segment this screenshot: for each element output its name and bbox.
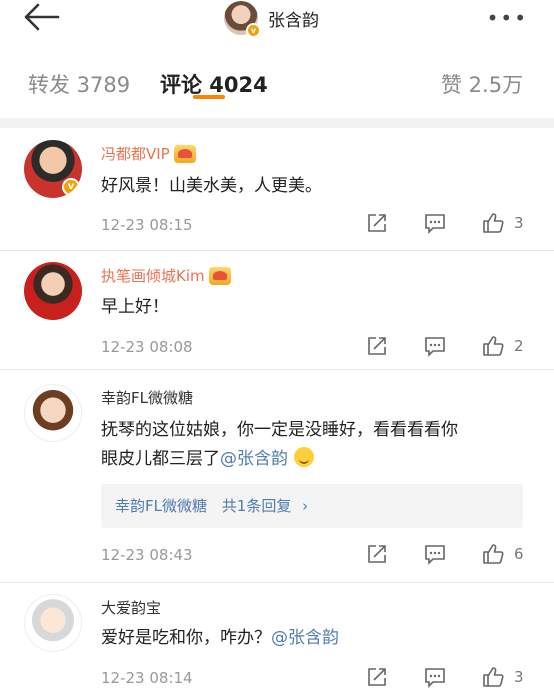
comment-author-name[interactable]: 执笔画倾城Kim	[101, 265, 205, 286]
like-count: 6	[514, 545, 524, 563]
comment-actions: 3	[366, 666, 528, 688]
vip-crown-icon	[173, 144, 196, 163]
like-count: 3	[514, 214, 524, 232]
avatar[interactable]: v	[224, 1, 261, 38]
comment-author[interactable]: 执笔画倾城Kim	[101, 265, 231, 286]
verified-badge: v	[246, 23, 261, 38]
reply-preview[interactable]: 幸韵FL微微糖 共1条回复 ›	[101, 484, 523, 528]
more-dots-icon[interactable]: •••	[487, 6, 528, 30]
chevron-right-icon: ›	[302, 497, 309, 515]
grin-emoji-icon	[294, 447, 314, 467]
comment-author-name[interactable]: 冯都都VIP	[101, 143, 170, 164]
verified-badge: v	[62, 178, 80, 196]
share-icon[interactable]	[366, 335, 388, 357]
thumbs-up-icon	[483, 336, 504, 356]
comment-actions: 2	[366, 335, 528, 357]
comment-author[interactable]: 大爱韵宝	[101, 597, 161, 618]
comment-text: 爱好是吃和你，咋办？@张含韵	[101, 624, 531, 653]
thumbs-up-icon	[483, 667, 504, 687]
active-tab-indicator	[193, 95, 225, 99]
comment-text-line: 抚琴的这位姑娘，你一定是没睡好，看看看看你	[101, 420, 458, 440]
like-button[interactable]: 3	[482, 666, 528, 688]
share-icon[interactable]	[366, 666, 388, 688]
comment-icon[interactable]	[424, 212, 446, 234]
section-divider	[0, 118, 554, 128]
comment-time: 12-23 08:15	[101, 216, 193, 234]
avatar[interactable]	[24, 594, 82, 652]
vip-crown-icon	[208, 266, 231, 285]
arrow-left-icon[interactable]	[22, 2, 62, 32]
comment-text-fragment: 爱好是吃和你，咋办？	[101, 628, 271, 648]
top-bar: v 张含韵 •••	[0, 0, 554, 40]
comment-text: 早上好！	[101, 297, 169, 317]
comment-icon[interactable]	[424, 666, 446, 688]
reply-count: 共1条回复	[221, 497, 292, 515]
reply-author[interactable]: 幸韵FL微微糖	[115, 497, 207, 515]
tab-likes[interactable]: 赞 2.5万	[441, 69, 523, 99]
like-count: 2	[514, 337, 524, 355]
comment-item: 幸韵FL微微糖 抚琴的这位姑娘，你一定是没睡好，看看看看你 眼皮儿都三层了@张含…	[0, 370, 554, 582]
avatar[interactable]	[24, 262, 82, 320]
like-button[interactable]: 6	[482, 543, 528, 565]
mention-link[interactable]: @张含韵	[271, 628, 339, 648]
avatar[interactable]	[24, 384, 82, 442]
comment-actions: 3	[366, 212, 528, 234]
comment-author-name[interactable]: 大爱韵宝	[101, 597, 161, 618]
comment-icon[interactable]	[424, 543, 446, 565]
share-icon[interactable]	[366, 212, 388, 234]
comment-text-line: 眼皮儿都三层了@张含韵	[101, 445, 531, 474]
comment-text-fragment: 眼皮儿都三层了	[101, 449, 220, 469]
comment-icon[interactable]	[424, 335, 446, 357]
tab-bar: 转发 3789 评论 4024 赞 2.5万	[0, 55, 554, 115]
comment-time: 12-23 08:14	[101, 669, 193, 687]
share-icon[interactable]	[366, 543, 388, 565]
comment-item: v 冯都都VIP 好风景！山美水美，人更美。 12-23 08:15 3	[0, 128, 554, 250]
comment-text: 抚琴的这位姑娘，你一定是没睡好，看看看看你 眼皮儿都三层了@张含韵	[101, 416, 531, 474]
comment-time: 12-23 08:43	[101, 546, 193, 564]
tab-reposts[interactable]: 转发 3789	[28, 69, 130, 99]
thumbs-up-icon	[483, 213, 504, 233]
comment-author-name[interactable]: 幸韵FL微微糖	[101, 387, 193, 408]
like-count: 3	[514, 668, 524, 686]
like-button[interactable]: 2	[482, 335, 528, 357]
comment-item: 大爱韵宝 爱好是吃和你，咋办？@张含韵 12-23 08:14 3	[0, 583, 554, 693]
like-button[interactable]: 3	[482, 212, 528, 234]
mention-link[interactable]: @张含韵	[220, 449, 288, 469]
page-title: 张含韵	[268, 10, 319, 31]
comment-author[interactable]: 冯都都VIP	[101, 143, 196, 164]
comment-actions: 6	[366, 543, 528, 565]
comment-time: 12-23 08:08	[101, 338, 193, 356]
comment-author[interactable]: 幸韵FL微微糖	[101, 387, 193, 408]
comment-text: 好风景！山美水美，人更美。	[101, 176, 322, 196]
header-title-group[interactable]: v 张含韵	[224, 0, 319, 38]
thumbs-up-icon	[483, 544, 504, 564]
avatar[interactable]: v	[24, 140, 82, 198]
comment-item: 执笔画倾城Kim 早上好！ 12-23 08:08 2	[0, 251, 554, 369]
